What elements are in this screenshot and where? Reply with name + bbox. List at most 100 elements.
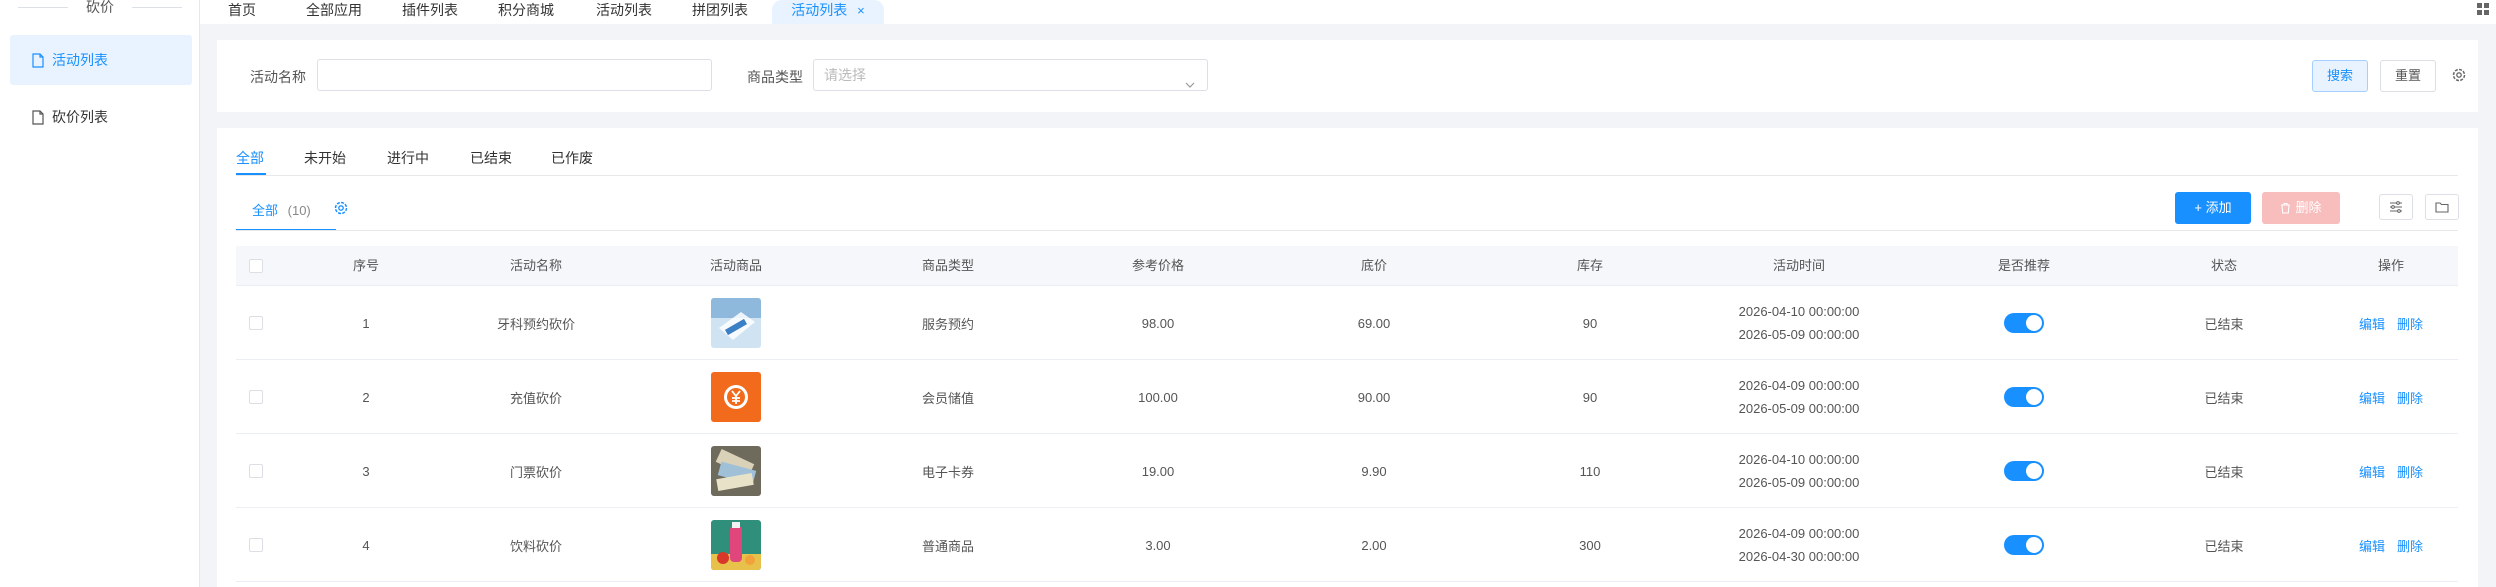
cell-actions: 编辑 删除 (2324, 286, 2458, 360)
row-checkbox[interactable] (236, 286, 276, 360)
tab-points-mall[interactable]: 积分商城 (496, 0, 556, 24)
cell-product-type: 会员储值 (921, 390, 974, 406)
tab-group-list[interactable]: 拼团列表 (690, 0, 750, 24)
cell-ref-price: 100.00 (1138, 389, 1178, 405)
cell-index: 4 (362, 537, 370, 553)
cell-activity-name: 门票砍价 (509, 464, 562, 480)
cell-activity-time: 2026-04-10 00:00:00 2026-05-09 00:00:00 (1679, 286, 1919, 360)
cell-product-type: 普通商品 (921, 538, 974, 554)
start-time: 2026-04-09 00:00:00 (1738, 526, 1860, 541)
cell-activity-time: 2026-04-09 00:00:00 2026-04-30 00:00:00 (1679, 508, 1919, 582)
cell-base-price: 2.00 (1361, 537, 1387, 553)
search-panel: 活动名称 商品类型 请选择 搜索 重置 (217, 40, 2478, 112)
cell-status: 已结束 (2204, 538, 2244, 554)
cell-ref-price: 3.00 (1145, 537, 1171, 553)
main-panel: 全部 未开始 进行中 已结束 已作废 全部 (10) + 添加 删除 序号 活动… (217, 128, 2478, 587)
tab-activity-list[interactable]: 活动列表 (594, 0, 654, 24)
sliders-icon (2390, 201, 2402, 213)
cell-product-image (636, 286, 836, 360)
filter-columns-button[interactable] (2379, 194, 2413, 220)
cell-product-type: 电子卡券 (921, 464, 974, 480)
end-time: 2026-04-30 00:00:00 (1738, 549, 1860, 564)
export-button[interactable] (2425, 194, 2459, 220)
delete-button[interactable]: 删除 (2262, 192, 2340, 224)
table-row: 2 充值砍价 会员储值 100.00 90.00 90 2026-04-09 0… (236, 360, 2458, 434)
add-button[interactable]: + 添加 (2175, 192, 2251, 224)
recommend-toggle[interactable] (2004, 461, 2044, 481)
tab-status-not-started[interactable]: 未开始 (304, 148, 346, 168)
row-checkbox[interactable] (236, 434, 276, 508)
cell-base-price: 9.90 (1361, 463, 1387, 479)
tab-status-all[interactable]: 全部 (236, 148, 264, 168)
cell-stock: 90 (1582, 315, 1598, 331)
tab-all-apps[interactable]: 全部应用 (304, 0, 364, 24)
close-icon[interactable]: × (857, 3, 865, 18)
delete-link[interactable]: 删除 (2397, 536, 2423, 555)
cell-status: 已结束 (2204, 316, 2244, 332)
edit-link[interactable]: 编辑 (2359, 536, 2385, 555)
tab-activity-list-current[interactable]: 活动列表 × (772, 0, 884, 24)
sidebar-item-label: 砍价列表 (52, 109, 108, 125)
tab-bar: 首页 全部应用 插件列表 积分商城 活动列表 拼团列表 活动列表 × (200, 0, 2496, 24)
select-all-checkbox[interactable] (236, 246, 276, 286)
cell-recommended (1924, 434, 2124, 508)
cell-actions: 编辑 删除 (2324, 508, 2458, 582)
tab-plugin-list[interactable]: 插件列表 (400, 0, 460, 24)
start-time: 2026-04-09 00:00:00 (1738, 378, 1860, 393)
col-status: 状态 (2210, 258, 2237, 273)
cell-status: 已结束 (2204, 390, 2244, 406)
col-activity-product: 活动商品 (709, 258, 762, 273)
edit-link[interactable]: 编辑 (2359, 462, 2385, 481)
cell-product-image (636, 434, 836, 508)
cell-activity-time: 2026-04-09 00:00:00 2026-05-09 00:00:00 (1679, 360, 1919, 434)
chevron-down-icon (1185, 70, 1195, 88)
cell-index: 3 (362, 463, 370, 479)
document-icon (32, 109, 44, 125)
cell-base-price: 90.00 (1357, 389, 1391, 405)
cell-recommended (1924, 360, 2124, 434)
divider (236, 175, 2458, 176)
gear-icon[interactable] (333, 200, 349, 216)
product-type-select[interactable]: 请选择 (813, 59, 1208, 91)
start-time: 2026-04-10 00:00:00 (1738, 452, 1860, 467)
delete-button-label: 删除 (2295, 200, 2322, 215)
grid-menu-icon[interactable] (2476, 2, 2490, 16)
edit-link[interactable]: 编辑 (2359, 388, 2385, 407)
edit-link[interactable]: 编辑 (2359, 314, 2385, 333)
cell-product-image (636, 508, 836, 582)
activity-name-input[interactable] (317, 59, 712, 91)
tab-status-in-progress[interactable]: 进行中 (387, 148, 429, 168)
col-ref-price: 参考价格 (1131, 258, 1184, 273)
delete-link[interactable]: 删除 (2397, 462, 2423, 481)
cell-ref-price: 98.00 (1141, 315, 1175, 331)
tab-home[interactable]: 首页 (222, 0, 262, 24)
delete-link[interactable]: 删除 (2397, 388, 2423, 407)
tab-status-ended[interactable]: 已结束 (470, 148, 512, 168)
table-row: 1 牙科预约砍价 服务预约 98.00 69.00 90 2026-04-10 … (236, 286, 2458, 360)
delete-link[interactable]: 删除 (2397, 314, 2423, 333)
sidebar-item-bargain-list[interactable]: 砍价列表 (10, 92, 192, 142)
recommend-toggle[interactable] (2004, 313, 2044, 333)
row-checkbox[interactable] (236, 508, 276, 582)
divider (236, 230, 2458, 231)
sidebar-title: 砍价 (0, 0, 200, 18)
gear-icon[interactable] (2451, 67, 2467, 83)
reset-button[interactable]: 重置 (2380, 60, 2436, 92)
row-checkbox[interactable] (236, 360, 276, 434)
col-actions: 操作 (2377, 258, 2404, 273)
sub-tab-label: 全部 (252, 203, 279, 218)
search-button[interactable]: 搜索 (2312, 60, 2368, 92)
document-icon (32, 52, 44, 68)
cell-stock: 90 (1582, 389, 1598, 405)
tickets-product-image (711, 446, 761, 496)
sub-tab-all[interactable]: 全部 (10) (252, 200, 311, 219)
trash-icon (2281, 202, 2291, 214)
recommend-toggle[interactable] (2004, 535, 2044, 555)
sidebar-item-activity-list[interactable]: 活动列表 (10, 35, 192, 85)
recommend-toggle[interactable] (2004, 387, 2044, 407)
start-time: 2026-04-10 00:00:00 (1738, 304, 1860, 319)
folder-icon (2435, 202, 2449, 213)
tab-status-voided[interactable]: 已作废 (551, 148, 593, 168)
cell-ref-price: 19.00 (1141, 463, 1175, 479)
end-time: 2026-05-09 00:00:00 (1738, 475, 1860, 490)
